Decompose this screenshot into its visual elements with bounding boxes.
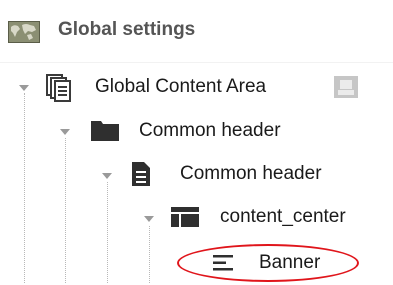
collapse-arrow-icon[interactable] [57, 124, 73, 140]
tree-node-label[interactable]: content_center [220, 206, 346, 228]
collapse-arrow-icon[interactable] [16, 80, 32, 96]
panel-header: Global settings [0, 0, 393, 63]
placeholder-icon [334, 76, 358, 98]
world-map-icon [8, 21, 40, 43]
tree-node-label[interactable]: Banner [259, 252, 320, 274]
panel-title: Global settings [58, 19, 196, 40]
text-lines-icon [213, 255, 233, 271]
collapse-arrow-icon[interactable] [99, 168, 115, 184]
folder-icon [91, 121, 119, 141]
tree-guide-line [149, 226, 150, 283]
tree-guide-line [24, 93, 25, 283]
collapse-arrow-icon[interactable] [141, 211, 157, 227]
layout-icon [171, 207, 199, 227]
tree-node-label[interactable]: Common header [139, 120, 281, 142]
tree-guide-line [65, 138, 66, 283]
tree-node-label[interactable]: Global Content Area [95, 76, 266, 98]
tree-node-label[interactable]: Common header [180, 163, 322, 185]
document-icon [132, 162, 150, 186]
pages-stack-icon [46, 74, 71, 102]
tree-guide-line [107, 182, 108, 283]
